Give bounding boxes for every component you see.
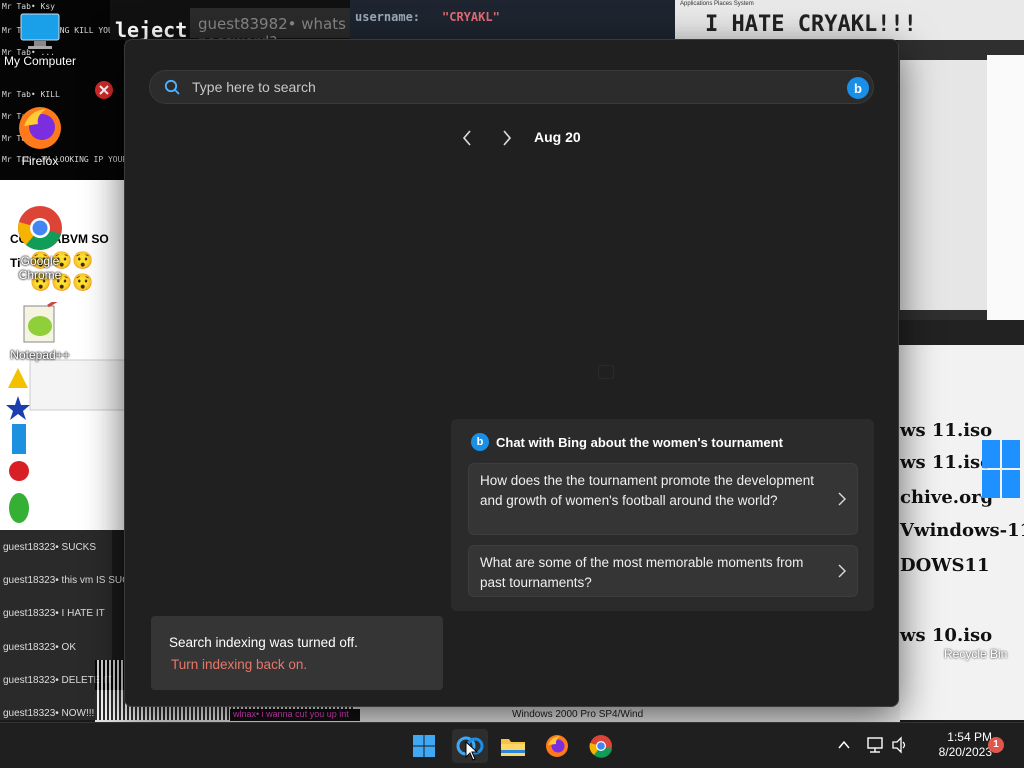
windows-logo-icon [982,440,1022,500]
chrome-icon [18,206,62,250]
chat-card-title: Chat with Bing about the women's tournam… [496,435,783,450]
chat-message: guest18323• I HATE IT [3,608,105,619]
chat-suggestion[interactable]: What are some of the most memorable mome… [468,545,858,597]
system-clock[interactable]: 1:54 PM 8/20/2023 [914,730,992,760]
hate-text: I HATE CRYAKL!!! [705,12,917,37]
firefox-taskbar-button[interactable] [539,729,575,763]
suggestion-text: What are some of the most memorable mome… [480,555,804,590]
clock-date: 8/20/2023 [938,745,992,759]
bing-icon[interactable]: b [847,77,869,99]
clock-time: 1:54 PM [947,730,992,744]
firefox-icon [546,735,568,757]
chevron-up-icon[interactable] [837,739,851,751]
search-input[interactable]: Type here to search [192,79,316,95]
chat-message: guest18323• OK [3,642,76,653]
error-icon [95,81,113,99]
chat-message: wlnax• i wanna cut you up int [230,709,360,721]
search-box[interactable]: Type here to search b [149,70,874,104]
icon-label: Google Chrome [18,254,62,282]
web-text: ws 10.iso [900,625,993,646]
bing-icon: b [471,433,489,451]
network-icon[interactable] [866,736,886,754]
desktop-icon-chrome[interactable]: Google Chrome [0,204,80,282]
search-flyout: Type here to search b Aug 20 b Chat with… [124,39,899,707]
firefox-icon [19,107,61,149]
desktop-icon-firefox[interactable]: Firefox [0,104,80,168]
screenshot-panel [987,55,1024,320]
chrome-icon [589,735,612,758]
screenshot-panel [900,60,990,310]
taskbar: 1:54 PM 8/20/2023 1 [0,722,1024,768]
web-text: chive.org [900,487,994,508]
terminal-line: Mr Tab• Ksy [2,2,55,11]
date-label: Aug 20 [534,129,581,145]
web-text: DOWS11 [900,555,990,576]
volume-icon[interactable] [891,736,909,754]
windows-start-icon [413,735,435,757]
turn-indexing-on-link[interactable]: Turn indexing back on. [171,657,307,672]
search-icon [164,79,180,95]
start-button[interactable] [406,729,442,763]
mouse-cursor-icon [465,741,479,761]
terminal-line: Mr Tab• KILL [2,90,60,99]
file-explorer-button[interactable] [495,729,531,763]
menu-text: Applications Places System [680,1,754,7]
chrome-taskbar-button[interactable] [583,729,619,763]
desktop-icon-notepad[interactable]: Notepad++ [0,302,80,362]
chat-message: guest18323• NOW!!! [3,708,95,719]
icon-label: Notepad++ [10,348,70,362]
web-text: ws 11.iso [900,420,993,441]
username-label: username: [355,10,421,24]
placeholder-image [598,365,614,379]
indexing-message: Search indexing was turned off. [169,635,358,650]
chat-message: guest18323• this vm IS SUCKS [3,575,143,586]
desktop-icon-my-computer[interactable]: My Computer [0,12,80,68]
bing-chat-card: b Chat with Bing about the women's tourn… [451,419,874,611]
file-explorer-icon [501,739,525,756]
icon-label: My Computer [3,54,77,68]
notepad-plus-plus-icon [23,302,58,343]
notification-badge[interactable]: 1 [988,737,1004,753]
chevron-right-icon [838,564,846,578]
chevron-left-icon[interactable] [457,126,477,150]
computer-icon [20,13,60,49]
suggestion-text: How does the the tournament promote the … [480,473,814,508]
username-value: "CRYAKL" [442,10,500,24]
chat-message: guest83982• whats password? [190,8,350,51]
chat-message: guest18323• SUCKS [3,542,97,553]
chevron-right-icon [838,492,846,506]
chat-suggestion[interactable]: How does the the tournament promote the … [468,463,858,535]
indexing-notice: Search indexing was turned off. Turn ind… [151,616,443,690]
web-text: Vwindows-11 [900,520,1024,541]
web-text: ws 11.iso [900,452,993,473]
chevron-right-icon[interactable] [497,126,517,150]
os-text: Windows 2000 Pro SP4/Wind [512,709,644,720]
icon-label: Firefox [21,154,59,168]
recycle-bin-label: Recycle Bin [944,647,1008,661]
